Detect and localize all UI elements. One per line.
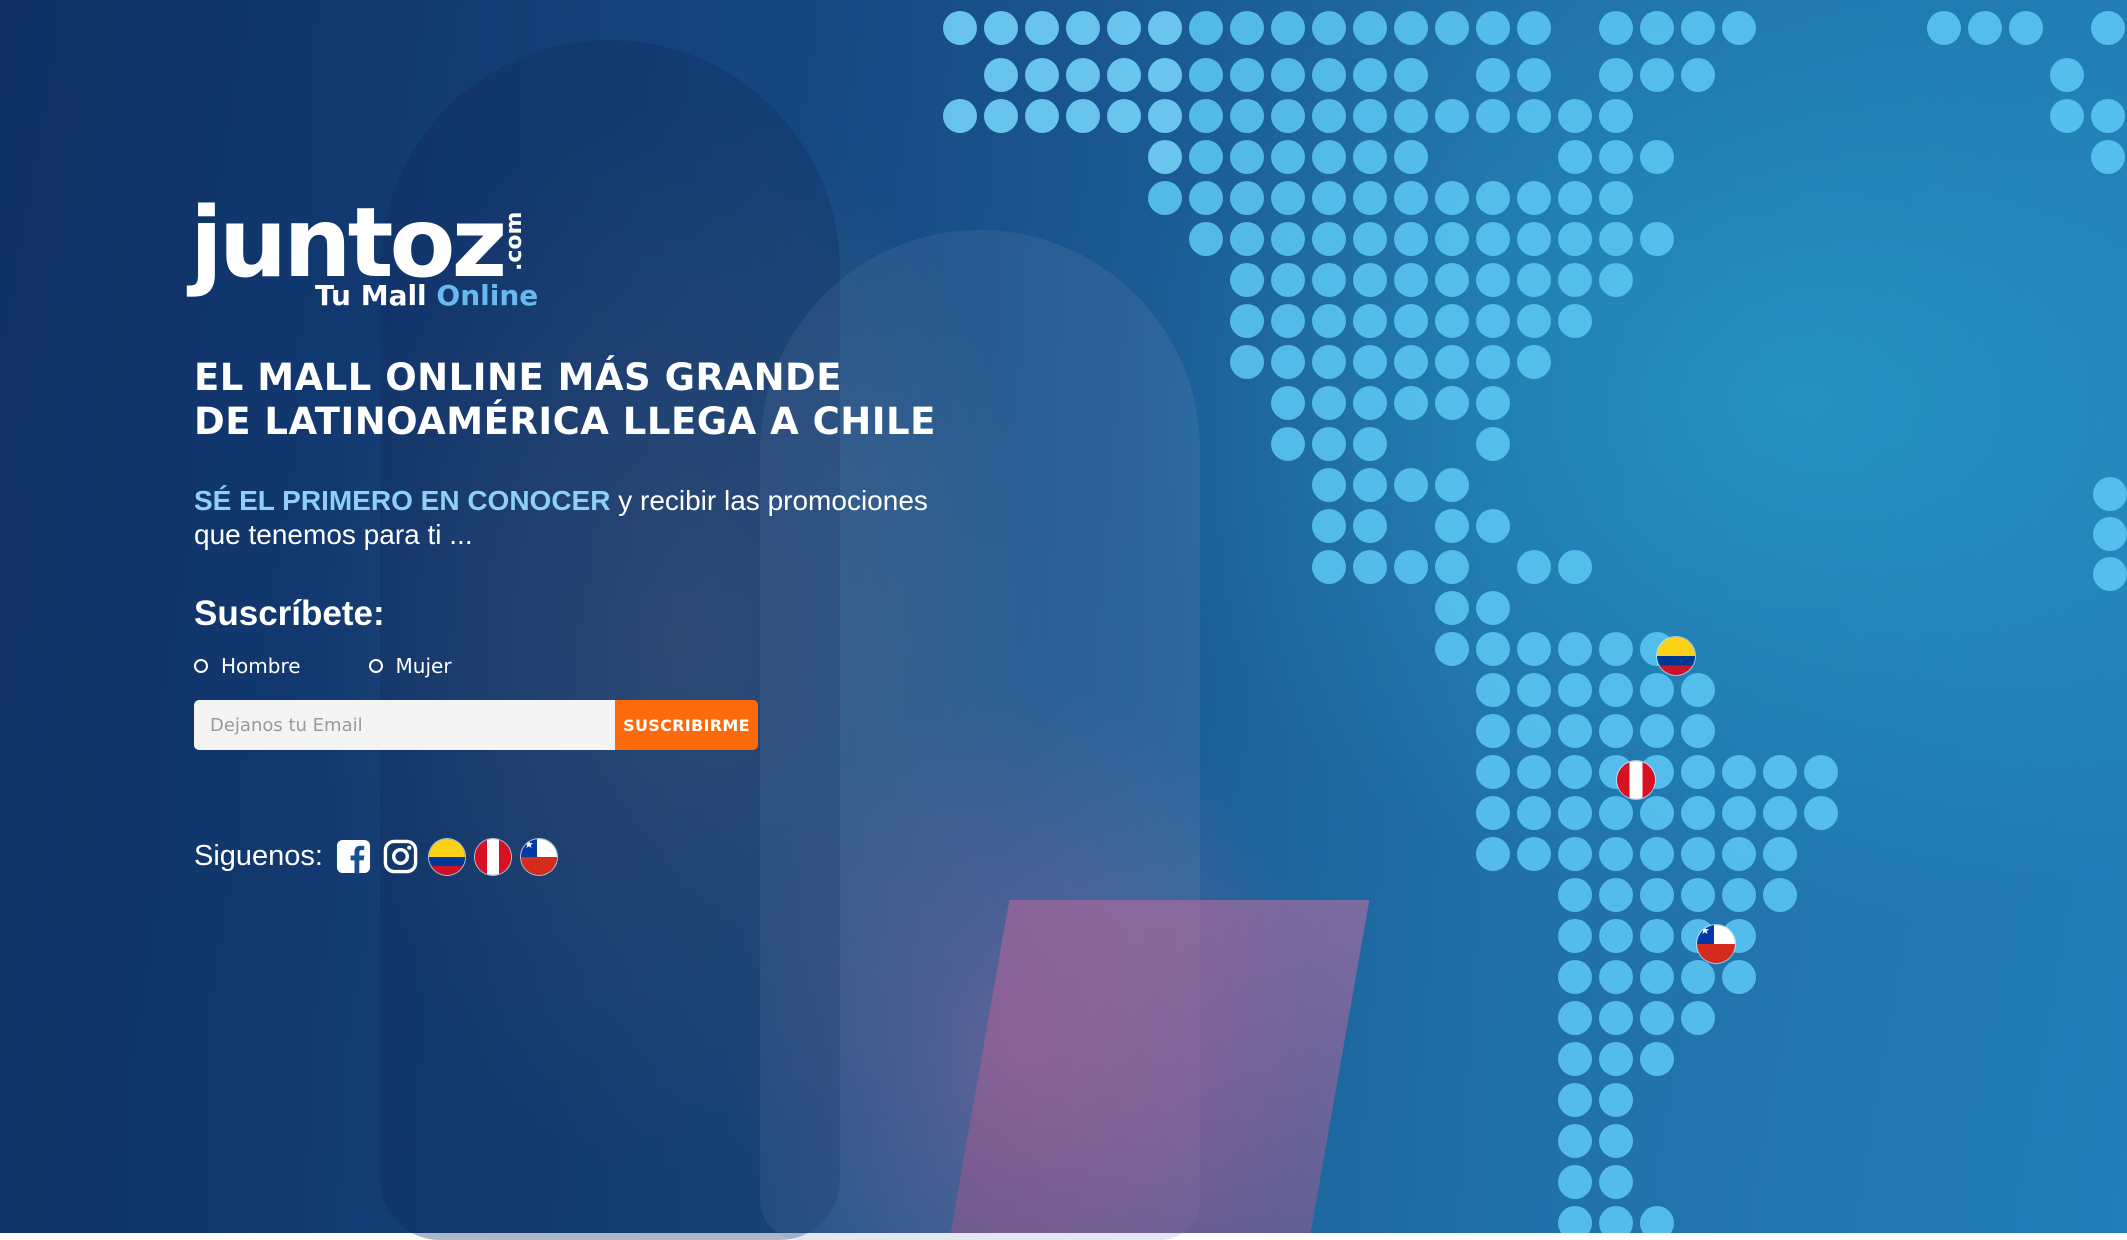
- logo-domain: .com: [502, 211, 527, 271]
- hero-headline: EL MALL ONLINE MÁS GRANDE DE LATINOAMÉRI…: [194, 356, 974, 444]
- subscribe-form: SUSCRIBIRME: [194, 700, 758, 750]
- logo-tagline: Tu Mall Online: [315, 279, 538, 312]
- hero-subtext: SÉ EL PRIMERO EN CONOCER y recibir las p…: [194, 484, 954, 552]
- tagline-main: Tu Mall: [315, 279, 427, 312]
- gender-option-label: Mujer: [395, 654, 452, 678]
- map-colombia-flag-icon: [1657, 637, 1695, 675]
- subtext-rest: y recibir las promociones: [610, 485, 928, 516]
- peru-flag-icon[interactable]: [475, 838, 511, 875]
- logo-wordmark: juntoz: [190, 187, 507, 299]
- instagram-icon[interactable]: [382, 838, 419, 875]
- gender-radio-group: Hombre Mujer: [194, 654, 452, 678]
- radio-circle-icon[interactable]: [368, 659, 383, 673]
- headline-line-2: DE LATINOAMÉRICA LLEGA A CHILE: [194, 400, 936, 443]
- chile-flag-icon[interactable]: [521, 838, 557, 875]
- subscribe-title: Suscríbete:: [194, 594, 385, 633]
- gender-radio-mujer[interactable]: Mujer: [368, 654, 452, 678]
- gender-radio-hombre[interactable]: Hombre: [194, 654, 301, 678]
- colombia-flag-icon[interactable]: [429, 838, 465, 875]
- subtext-highlight: SÉ EL PRIMERO EN CONOCER: [194, 485, 611, 516]
- social-links: Siguenos:: [194, 838, 557, 875]
- map-peru-flag-icon: [1617, 761, 1655, 799]
- facebook-icon[interactable]: [335, 838, 372, 875]
- map-chile-flag-icon: [1697, 925, 1735, 963]
- social-label: Siguenos:: [194, 840, 323, 872]
- gender-option-label: Hombre: [221, 654, 301, 678]
- tagline-accent: Online: [436, 279, 539, 312]
- radio-circle-icon[interactable]: [194, 659, 208, 673]
- headline-line-1: EL MALL ONLINE MÁS GRANDE: [194, 356, 843, 399]
- subscribe-button[interactable]: SUSCRIBIRME: [615, 700, 758, 750]
- email-input[interactable]: [194, 700, 615, 750]
- subtext-line-2: que tenemos para ti ...: [194, 519, 473, 550]
- juntoz-logo[interactable]: juntoz .com Tu Mall Online: [190, 187, 538, 315]
